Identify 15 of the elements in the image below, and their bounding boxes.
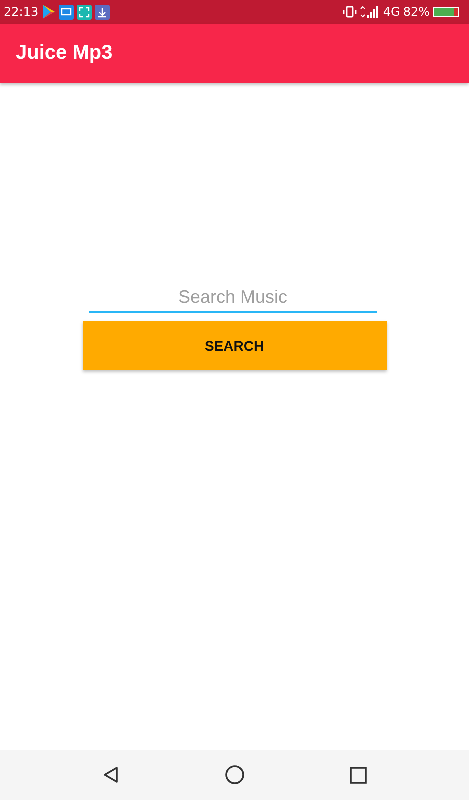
battery-percent: 82% bbox=[403, 5, 430, 19]
app-title: Juice Mp3 bbox=[16, 42, 113, 65]
search-field[interactable]: Search Music bbox=[89, 283, 377, 313]
scan-icon bbox=[76, 4, 92, 20]
signal-icon bbox=[360, 6, 380, 18]
play-store-icon bbox=[42, 4, 56, 20]
network-type: 4G bbox=[383, 5, 400, 19]
home-icon[interactable] bbox=[224, 765, 245, 785]
search-button[interactable]: SEARCH bbox=[82, 321, 386, 370]
back-icon[interactable] bbox=[102, 766, 120, 784]
download-icon bbox=[94, 4, 110, 20]
status-time: 22:13 bbox=[4, 5, 39, 19]
vibrate-icon bbox=[343, 6, 358, 18]
battery-icon bbox=[433, 7, 459, 17]
recents-icon[interactable] bbox=[350, 766, 367, 784]
